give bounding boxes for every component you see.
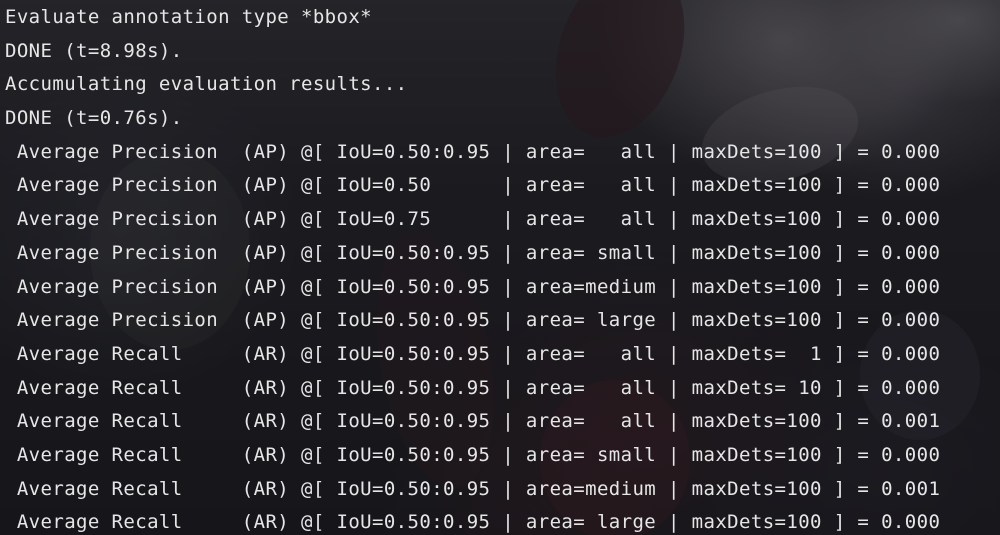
metric-line-ap-large: Average Precision (AP) @[ IoU=0.50:0.95 …	[5, 309, 941, 332]
terminal-line-done-eval: DONE (t=8.98s).	[5, 39, 183, 62]
metric-line-ar-small: Average Recall (AR) @[ IoU=0.50:0.95 | a…	[5, 443, 941, 466]
metric-line-ar-medium: Average Recall (AR) @[ IoU=0.50:0.95 | a…	[5, 477, 941, 500]
terminal-line-done-accumulate: DONE (t=0.76s).	[5, 107, 183, 130]
metric-line-ap-all: Average Precision (AP) @[ IoU=0.50:0.95 …	[5, 140, 941, 163]
terminal-output[interactable]: Evaluate annotation type *bbox* DONE (t=…	[0, 0, 1000, 535]
terminal-line-eval-type: Evaluate annotation type *bbox*	[5, 6, 373, 28]
terminal-line-accumulating: Accumulating evaluation results...	[5, 73, 408, 96]
metric-line-ar-large: Average Recall (AR) @[ IoU=0.50:0.95 | a…	[5, 511, 941, 534]
metric-line-ap-small: Average Precision (AP) @[ IoU=0.50:0.95 …	[5, 241, 941, 264]
metric-line-ap-50: Average Precision (AP) @[ IoU=0.50 | are…	[5, 174, 941, 197]
metric-line-ar-maxdets-100: Average Recall (AR) @[ IoU=0.50:0.95 | a…	[5, 410, 941, 433]
metric-line-ap-medium: Average Precision (AP) @[ IoU=0.50:0.95 …	[5, 275, 941, 298]
metric-line-ar-maxdets-10: Average Recall (AR) @[ IoU=0.50:0.95 | a…	[5, 376, 941, 399]
metric-line-ar-maxdets-1: Average Recall (AR) @[ IoU=0.50:0.95 | a…	[5, 342, 941, 365]
metric-line-ap-75: Average Precision (AP) @[ IoU=0.75 | are…	[5, 208, 941, 231]
